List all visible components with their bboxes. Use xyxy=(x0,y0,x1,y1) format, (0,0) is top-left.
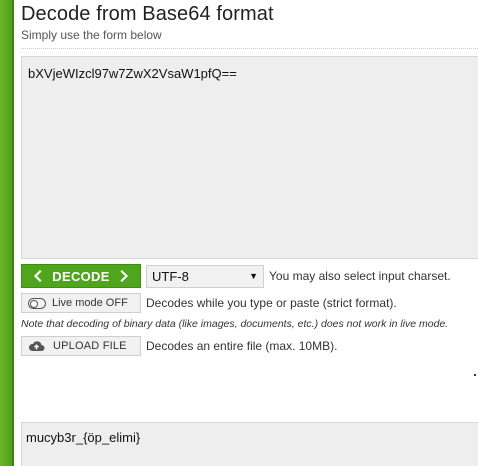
upload-helper-text: Decodes an entire file (max. 10MB). xyxy=(146,339,338,353)
cloud-upload-icon xyxy=(28,341,45,351)
base64-input[interactable] xyxy=(21,56,478,259)
chevron-right-icon xyxy=(120,270,128,282)
charset-value: UTF-8 xyxy=(152,268,189,284)
live-mode-helper-text: Decodes while you type or paste (strict … xyxy=(146,296,397,310)
charset-select[interactable]: UTF-8 ▼ xyxy=(146,264,264,288)
toggle-icon xyxy=(28,297,46,309)
divider xyxy=(21,48,478,49)
live-mode-note: Note that decoding of binary data (like … xyxy=(21,318,449,330)
page-title: Decode from Base64 format xyxy=(21,3,274,25)
upload-row: UPLOAD FILE Decodes an entire file (max.… xyxy=(21,334,337,358)
chevron-left-icon xyxy=(34,270,42,282)
decoded-output[interactable]: mucyb3r_{öp_elimi} xyxy=(21,422,478,466)
upload-file-label: UPLOAD FILE xyxy=(53,340,127,352)
page-subtitle: Simply use the form below xyxy=(21,28,162,42)
decode-button-label: DECODE xyxy=(52,268,110,284)
live-mode-row: Live mode OFF Decodes while you type or … xyxy=(21,291,397,315)
charset-helper-text: You may also select input charset. xyxy=(269,269,451,283)
live-mode-label: Live mode OFF xyxy=(52,297,128,309)
decorative-dot xyxy=(474,374,476,376)
page: Decode from Base64 format Simply use the… xyxy=(0,0,478,466)
decode-row: DECODE UTF-8 ▼ You may also select input… xyxy=(21,264,451,288)
upload-file-button[interactable]: UPLOAD FILE xyxy=(21,336,141,356)
dropdown-arrow-icon: ▼ xyxy=(249,271,258,281)
live-mode-toggle[interactable]: Live mode OFF xyxy=(21,293,141,313)
decode-button[interactable]: DECODE xyxy=(21,264,141,288)
green-sidebar-edge xyxy=(0,0,14,466)
